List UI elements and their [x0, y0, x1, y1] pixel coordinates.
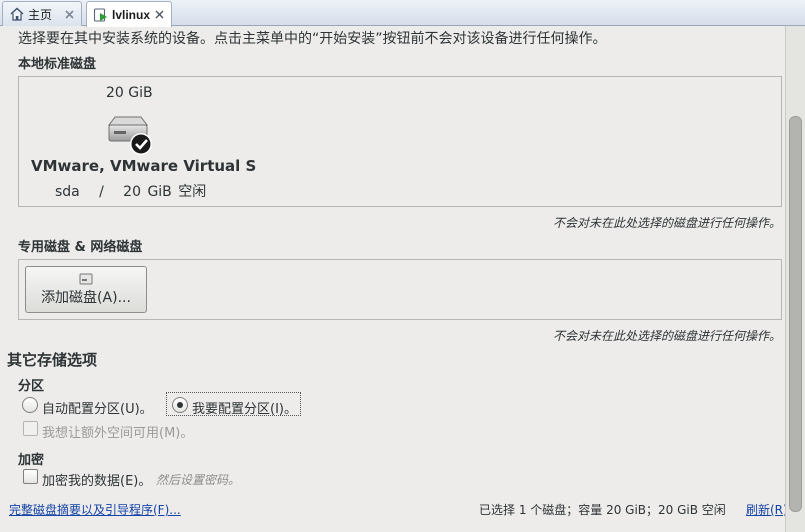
tab-home[interactable]: 主页	[2, 1, 82, 26]
extra-space-label: 我想让额外空间可用(M)。	[42, 426, 194, 441]
disk-summary-link[interactable]: 完整磁盘摘要以及引导程序(F)...	[9, 501, 181, 518]
special-disks-box: 添加磁盘(A)...	[18, 259, 782, 320]
disk-name: VMware, VMware Virtual S	[31, 157, 257, 175]
partition-heading: 分区	[18, 379, 45, 394]
home-icon	[10, 7, 24, 21]
special-disks-note: 不会对未在此处选择的磁盘进行任何操作。	[552, 329, 781, 343]
intro-text: 选择要在其中安装系统的设备。点击主菜单中的“开始安装”按钮前不会对该设备进行任何…	[18, 31, 607, 47]
encrypt-hint: 然后设置密码。	[156, 473, 241, 487]
local-disks-box: 20 GiB VMware, VMware Virtual S sda / 20…	[18, 76, 782, 207]
special-disks-heading: 专用磁盘 & 网络磁盘	[18, 240, 143, 255]
refresh-link[interactable]: 刷新(R)	[746, 501, 785, 518]
close-icon[interactable]	[154, 9, 165, 20]
manual-partition-radio[interactable]	[172, 397, 188, 413]
vertical-scrollbar[interactable]	[785, 26, 805, 532]
disk-size: 20 GiB	[106, 85, 153, 101]
disk-icon	[79, 273, 93, 284]
auto-partition-label[interactable]: 自动配置分区(U)。	[42, 398, 153, 417]
encryption-heading: 加密	[18, 453, 45, 468]
tab-home-label: 主页	[28, 7, 53, 22]
manual-partition-label[interactable]: 我要配置分区(I)。	[192, 398, 297, 417]
other-storage-options-heading: 其它存储选项	[7, 351, 98, 369]
local-disks-heading: 本地标准磁盘	[18, 57, 97, 72]
tab-bar: 主页 lvlinux	[0, 0, 805, 27]
extra-space-checkbox[interactable]	[23, 421, 38, 436]
add-disk-button-label: 添加磁盘(A)...	[41, 289, 131, 306]
local-disks-note: 不会对未在此处选择的磁盘进行任何操作。	[552, 216, 781, 230]
encrypt-checkbox[interactable]	[23, 469, 38, 484]
scrollbar-thumb[interactable]	[789, 116, 802, 512]
refresh-link-clip: 刷新(R)	[746, 498, 785, 520]
vm-icon	[93, 7, 107, 22]
tab-lvlinux-label: lvlinux	[112, 7, 151, 22]
selection-summary: 已选择 1 个磁盘；容量 20 GiB；20 GiB 空闲	[479, 503, 726, 517]
close-icon[interactable]	[64, 9, 75, 20]
auto-partition-radio[interactable]	[22, 397, 38, 413]
disk-info: sda / 20 GiB 空闲	[55, 184, 207, 200]
installation-destination-panel: 选择要在其中安装系统的设备。点击主菜单中的“开始安装”按钮前不会对该设备进行任何…	[0, 26, 785, 532]
encrypt-label[interactable]: 加密我的数据(E)。	[42, 470, 151, 489]
add-disk-button[interactable]: 添加磁盘(A)...	[25, 266, 147, 313]
tab-lvlinux[interactable]: lvlinux	[86, 1, 172, 27]
hard-disk-selected-icon[interactable]	[105, 113, 155, 155]
